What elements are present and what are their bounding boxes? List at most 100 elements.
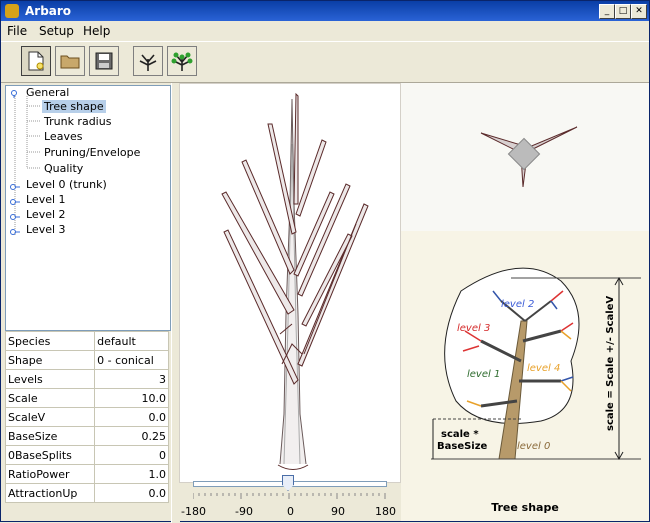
tree-item-label: Pruning/Envelope [44,146,141,159]
slider-tick-label: 0 [287,505,294,518]
diagram-label-basesize-1: scale * [441,429,479,440]
close-button[interactable]: ✕ [631,4,647,19]
param-name: 0BaseSplits [4,445,96,465]
param-value-field[interactable]: 0.25 [94,426,169,446]
tree-item-label: Level 1 [26,193,66,206]
menu-setup[interactable]: Setup [39,24,74,38]
slider-thumb[interactable] [282,475,294,491]
diagram-label-level0: level 0 [517,441,550,452]
tree-item-label: Tree shape [42,100,106,113]
table-row: Shape 0 - conical [4,350,169,370]
diagram-label-scale-axis: scale = Scale +/- ScaleV [605,296,616,432]
param-name: Species [4,331,96,351]
tree-item-quality[interactable]: Quality [44,162,83,175]
slider-tick-label: 180 [375,505,396,518]
table-row: AttractionUp 0.0 [4,483,169,503]
param-value-field[interactable]: 0.0 [94,407,169,427]
menu-file-label: File [7,24,28,38]
param-value-field[interactable]: 0 [94,445,169,465]
table-row: 0BaseSplits 0 [4,445,169,465]
collapsed-handle-icon[interactable] [10,211,20,220]
tree-item-tree-shape[interactable]: Tree shape [42,100,106,113]
menu-help[interactable]: Help [83,24,110,38]
new-file-button[interactable] [21,46,51,76]
save-file-button[interactable] [89,46,119,76]
diagram-label-level3: level 3 [457,323,490,334]
param-name: Shape [4,350,96,370]
parameter-table: Species default Shape 0 - conical Levels 3 … [4,331,169,503]
tree-top-view[interactable] [401,83,649,231]
tree-wireframe [221,92,369,470]
collapsed-handle-icon[interactable] [10,226,20,235]
collapsed-handle-icon[interactable] [10,181,20,190]
tree-top-projection [480,126,578,188]
render-leaves-button[interactable] [167,46,197,76]
tree-item-level-1[interactable]: Level 1 [10,193,66,206]
tree-item-pruning-envelope[interactable]: Pruning/Envelope [44,146,140,159]
minimize-button[interactable]: _ [599,4,615,19]
param-value-field[interactable]: 0 - conical [94,350,169,370]
floppy-disk-icon [95,52,113,70]
param-value-field[interactable]: 10.0 [94,388,169,408]
diagram-label-level2: level 2 [501,299,534,310]
tree-item-leaves[interactable]: Leaves [44,130,82,143]
table-row: RatioPower 1.0 [4,464,169,484]
tree-shape-illustration: level 2 level 3 level 1 level 4 level 0 … [431,267,641,461]
diagram-label-basesize-2: BaseSize [437,441,488,452]
app-window: Arbaro _ □ ✕ File Setup Help General Tre… [0,0,650,523]
table-row: Levels 3 [4,369,169,389]
table-row: Species default [4,331,169,351]
param-name: AttractionUp [4,483,96,503]
param-name: Levels [4,369,96,389]
menu-file[interactable]: File [7,24,27,38]
slider-tick-label: -90 [235,505,253,518]
table-row: Scale 10.0 [4,388,169,408]
window-title: Arbaro [25,4,72,18]
param-value-field[interactable]: 0.0 [94,483,169,503]
tree-leaves-icon [171,52,193,71]
tree-render-icon [139,54,157,71]
slider-tick-label: 90 [331,505,345,518]
param-name: BaseSize [4,426,96,446]
expanded-handle-icon[interactable] [10,88,18,98]
menu-setup-label: Setup [39,24,74,38]
param-value-field[interactable]: 3 [94,369,169,389]
tree-item-general[interactable]: General [10,86,69,99]
rotation-slider-area: -180 -90 0 90 180 [179,473,399,521]
menu-bar: File Setup Help [1,21,649,41]
title-bar: Arbaro _ □ ✕ [1,1,649,21]
maximize-button[interactable]: □ [615,4,631,19]
tree-3d-view[interactable] [179,83,401,483]
diagram-label-level1: level 1 [467,369,500,380]
param-name: Scale [4,388,96,408]
parameter-tree: General Tree shape Trunk radius Leaves P… [5,85,171,331]
open-file-button[interactable] [55,46,85,76]
table-row: BaseSize 0.25 [4,426,169,446]
tree-item-label: Level 3 [26,223,66,236]
tree-item-trunk-radius[interactable]: Trunk radius [44,115,111,128]
toolbar [1,41,649,83]
tree-item-label: Quality [44,162,84,175]
tree-item-label: Level 0 (trunk) [26,178,107,191]
param-value-field[interactable]: 1.0 [94,464,169,484]
param-value-field[interactable]: default [94,331,169,351]
open-folder-icon [60,55,80,69]
tree-item-level-2[interactable]: Level 2 [10,208,66,221]
table-row: ScaleV 0.0 [4,407,169,427]
tree-item-level-3[interactable]: Level 3 [10,223,66,236]
render-tree-button[interactable] [133,46,163,76]
diagram-label-level4: level 4 [527,363,560,374]
new-document-icon [28,51,44,71]
tree-shape-diagram: level 2 level 3 level 1 level 4 level 0 … [401,231,649,521]
tree-item-level-0[interactable]: Level 0 (trunk) [10,178,107,191]
slider-ticks [193,493,386,499]
collapsed-handle-icon[interactable] [10,196,20,205]
tree-item-label: Level 2 [26,208,66,221]
tree-item-label: Leaves [44,130,83,143]
menu-help-label: Help [83,24,111,38]
tree-item-label: Trunk radius [44,115,112,128]
param-name: RatioPower [4,464,96,484]
tree-item-label: General [26,86,70,99]
diagram-caption: Tree shape [491,501,559,514]
slider-tick-label: -180 [181,505,206,518]
